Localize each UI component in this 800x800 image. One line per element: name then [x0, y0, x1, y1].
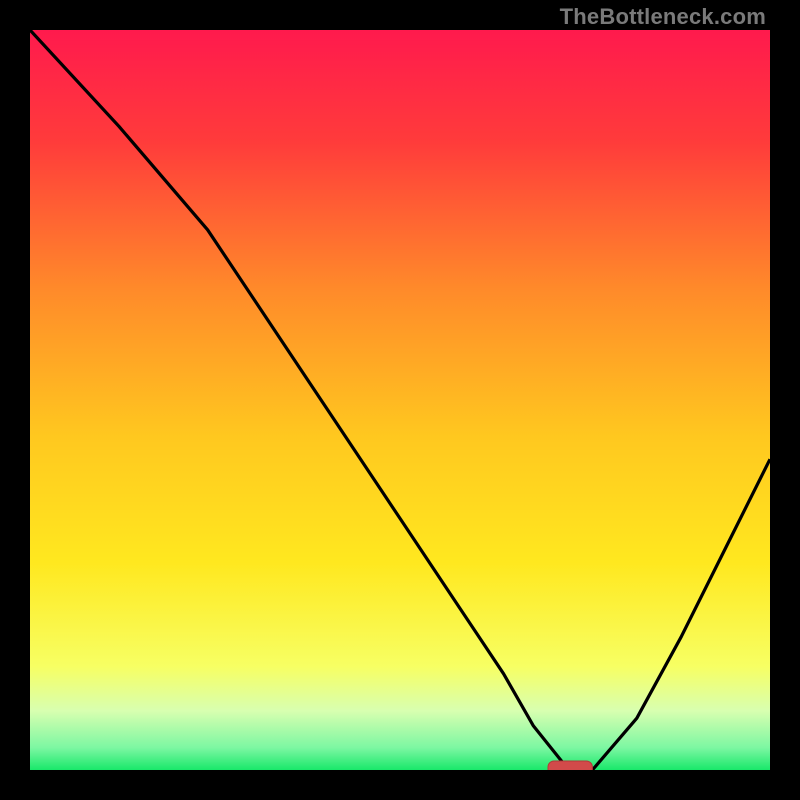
- chart-svg: [30, 30, 770, 770]
- outer-black-frame: TheBottleneck.com: [0, 0, 800, 800]
- watermark-text: TheBottleneck.com: [560, 4, 766, 30]
- gradient-background: [30, 30, 770, 770]
- plot-area: [30, 30, 770, 770]
- optimal-marker-pill: [548, 761, 592, 770]
